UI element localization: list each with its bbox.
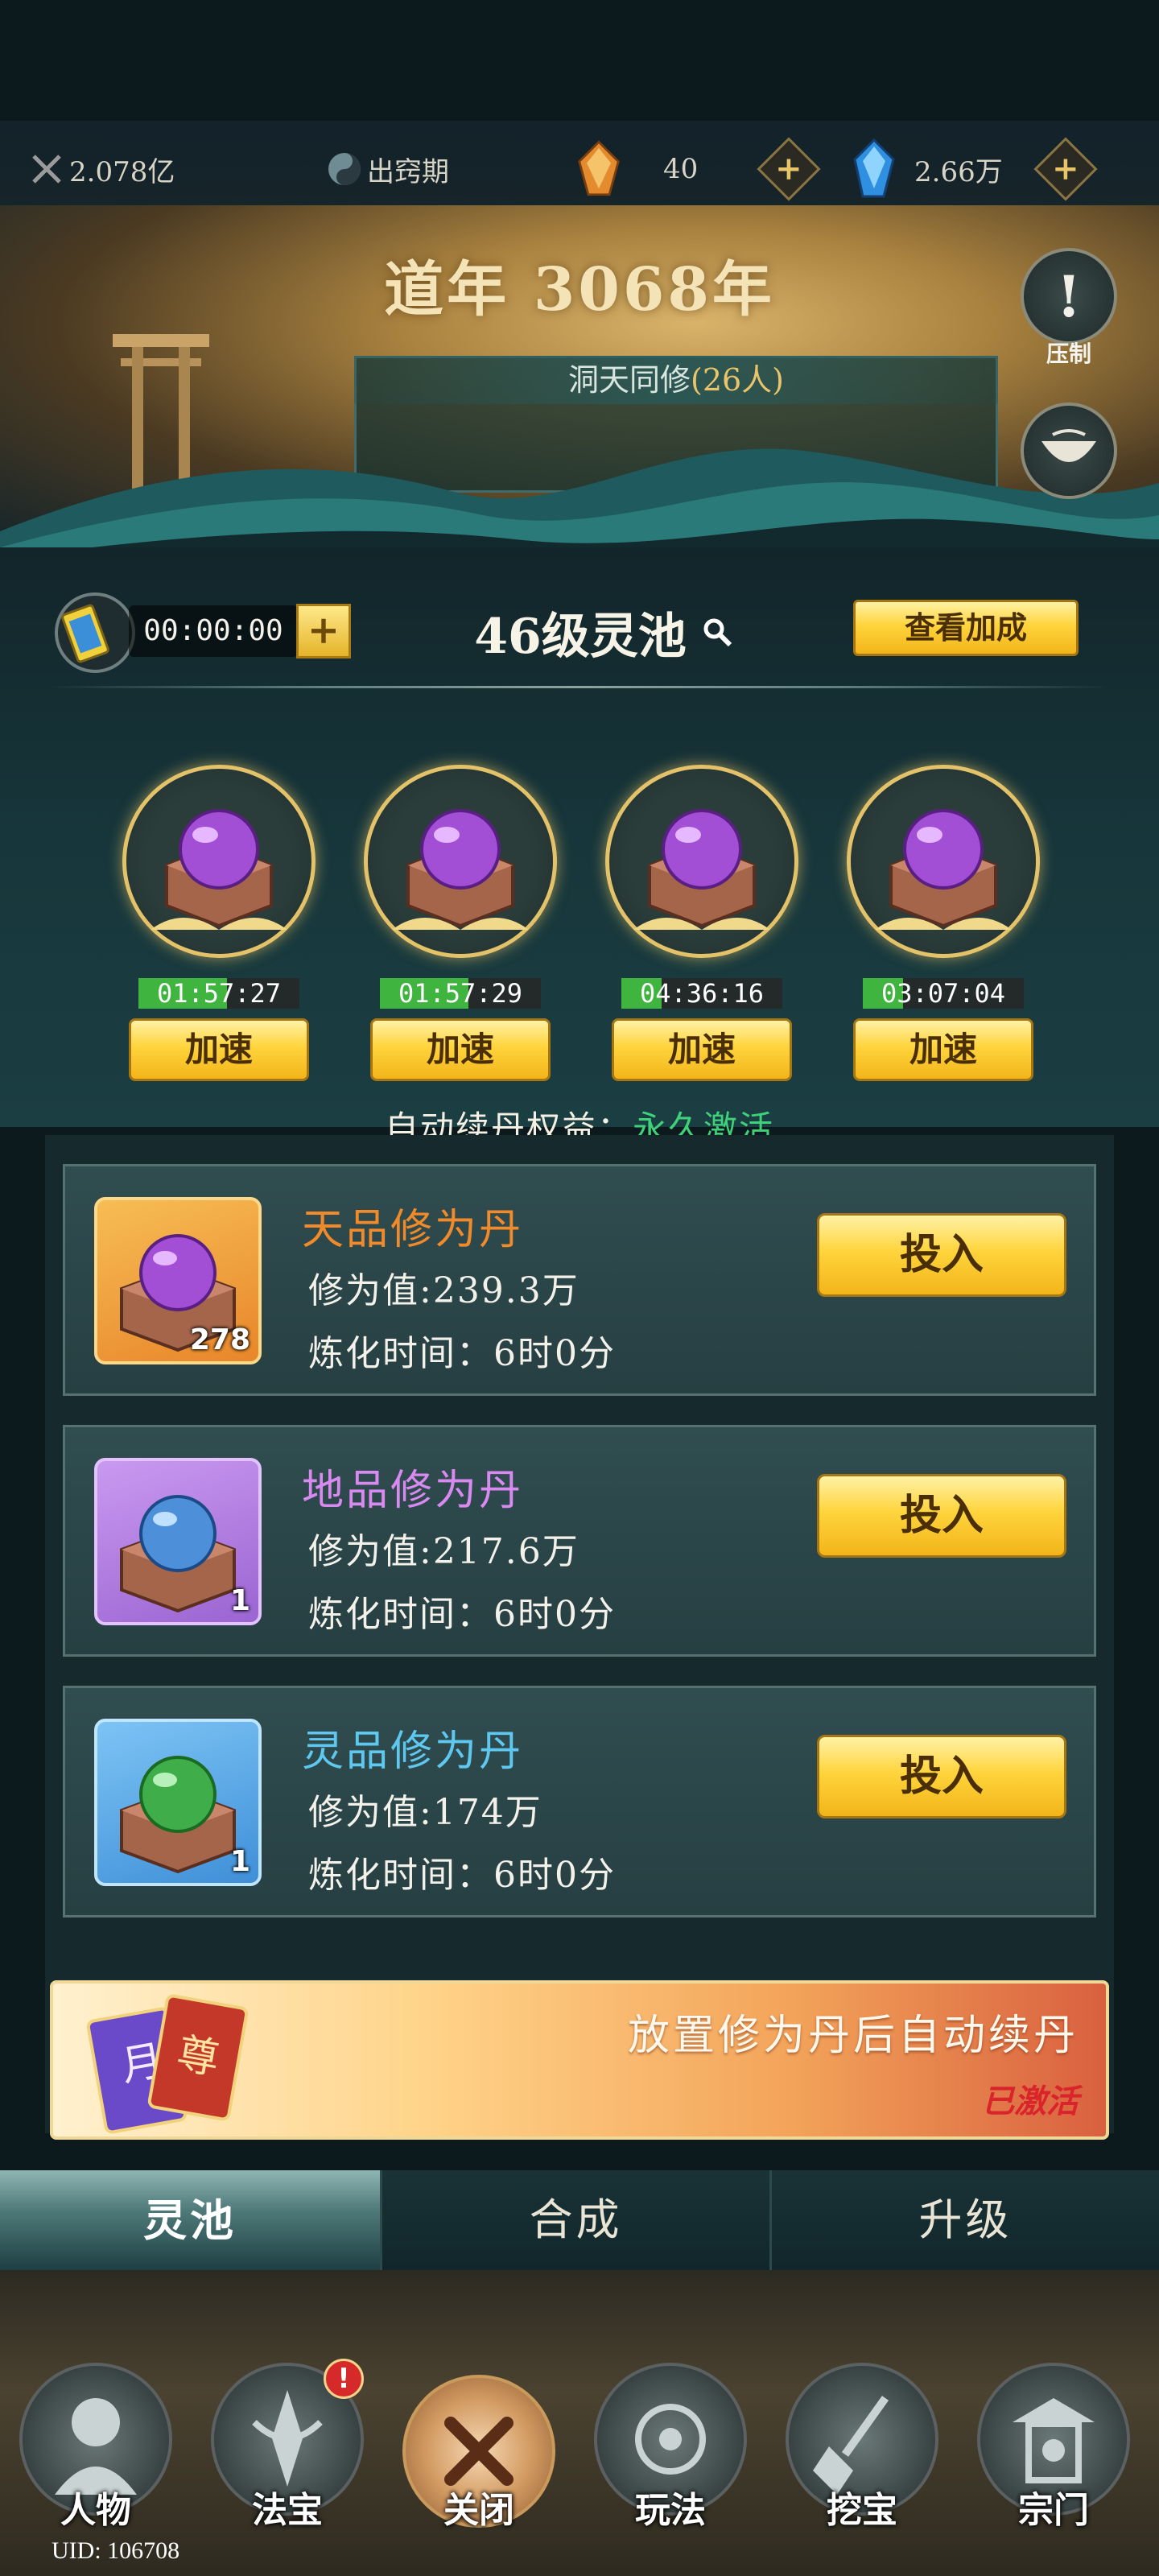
purple-pill-icon [875, 809, 1012, 930]
pill-card-spirit: 1 灵品修为丹 修为值:174万 炼化时间：6时0分 投入 [63, 1686, 1096, 1918]
speed-up-button[interactable]: 加速 [129, 1018, 309, 1081]
time-scroll-icon[interactable] [50, 588, 138, 676]
nav-dig-treasure-label: 挖宝 [827, 2490, 897, 2531]
amber-gem-stat: 40 [576, 140, 699, 196]
tab-spirit-pool[interactable]: 灵池 [0, 2170, 380, 2270]
search-icon[interactable] [701, 616, 733, 648]
purple-pill-icon [633, 809, 770, 930]
nav-treasure-label: 法宝 [252, 2490, 323, 2531]
blue-gem-icon [852, 138, 897, 198]
pill-cultivation-value: 修为值:174万 [308, 1792, 542, 1833]
pool-level-title[interactable]: 46级灵池 [451, 596, 757, 668]
pill-card-earth: 1 地品修为丹 修为值:217.6万 炼化时间：6时0分 投入 [63, 1425, 1096, 1657]
auto-renew-activated: 已激活 [982, 2083, 1079, 2120]
countdown-text: 01:57:29 [398, 978, 523, 1009]
speed-up-button[interactable]: 加速 [612, 1018, 792, 1081]
pill-quantity: 278 [189, 1323, 250, 1356]
pill-name: 灵品修为丹 [302, 1728, 524, 1776]
suppress-label: 压制 [1046, 341, 1091, 367]
pill-name: 天品修为丹 [302, 1206, 524, 1254]
pill-slot[interactable]: 04:36:16 加速 [605, 765, 798, 1087]
pill-slot[interactable]: 03:07:04 加速 [847, 765, 1040, 1087]
speed-up-button[interactable]: 加速 [853, 1018, 1033, 1081]
pool-level-text: 46级灵池 [474, 608, 687, 665]
power-stat: 2.078亿 [24, 143, 175, 195]
slot-countdown: 01:57:29 [380, 978, 541, 1009]
pill-thumbnail[interactable]: 1 [94, 1458, 262, 1625]
amber-gem-count: 40 [663, 153, 699, 185]
countdown-text: 01:57:27 [156, 978, 282, 1009]
slot-countdown: 01:57:27 [138, 978, 299, 1009]
co-cultivation-title: 洞天同修(26人) [354, 356, 998, 404]
realm-stat: 出窍期 [322, 143, 449, 195]
nav-gameplay-label: 玩法 [635, 2490, 706, 2531]
purple-pill-icon [392, 809, 529, 930]
notification-badge: ! [324, 2359, 364, 2399]
amber-gem-icon [576, 140, 621, 196]
plus-icon: + [1052, 149, 1079, 188]
slot-ring [122, 765, 316, 958]
pill-slot[interactable]: 01:57:27 加速 [122, 765, 316, 1087]
pill-quantity: 1 [229, 1584, 250, 1617]
co-cultivation-count: (26人) [691, 362, 785, 398]
pill-refine-time: 炼化时间：6时0分 [308, 1594, 616, 1635]
exclamation-icon: ! [1056, 262, 1082, 330]
speed-up-button[interactable]: 加速 [370, 1018, 551, 1081]
pill-refine-time: 炼化时间：6时0分 [308, 1333, 616, 1374]
add-time-button[interactable]: + [296, 604, 351, 658]
pill-cultivation-value: 修为值:239.3万 [308, 1270, 580, 1311]
pill-cultivation-value: 修为值:217.6万 [308, 1531, 580, 1572]
auto-renew-text: 放置修为丹后自动续丹 [627, 2012, 1079, 2060]
purple-pill-icon [151, 809, 287, 930]
user-id: UID: 106708 [52, 2537, 180, 2564]
pill-refine-time: 炼化时间：6时0分 [308, 1855, 616, 1896]
nav-close-label: 关闭 [443, 2490, 514, 2531]
slot-countdown: 04:36:16 [621, 978, 782, 1009]
dao-year: 道年 3068年 [384, 255, 775, 324]
privilege-cards-icon: 月 尊 [86, 1994, 249, 2134]
blue-gem-stat: 2.66万 [852, 138, 1003, 198]
co-cultivation-label: 洞天同修 [567, 362, 691, 398]
tab-upgrade[interactable]: 升级 [769, 2170, 1159, 2270]
yinyang-icon [322, 147, 367, 192]
blue-gem-count: 2.66万 [914, 155, 1003, 188]
pill-thumbnail[interactable]: 1 [94, 1719, 262, 1886]
plus-icon: + [775, 149, 802, 188]
invest-button[interactable]: 投入 [817, 1474, 1066, 1558]
realm-value: 出窍期 [367, 155, 449, 188]
slot-ring [605, 765, 798, 958]
slot-ring [847, 765, 1040, 958]
tea-bowl-button[interactable] [1021, 402, 1117, 499]
pool-timer: 00:00:00 [129, 605, 298, 657]
countdown-text: 03:07:04 [881, 978, 1006, 1009]
nav-character-label: 人物 [60, 2490, 131, 2531]
slot-ring [364, 765, 557, 958]
crossed-swords-icon [24, 147, 69, 192]
pill-quantity: 1 [229, 1845, 250, 1878]
slot-countdown: 03:07:04 [863, 978, 1024, 1009]
power-value: 2.078亿 [69, 155, 175, 188]
countdown-text: 04:36:16 [639, 978, 765, 1009]
tea-bowl-icon [1041, 429, 1096, 462]
pill-card-heaven: 278 天品修为丹 修为值:239.3万 炼化时间：6时0分 投入 [63, 1164, 1096, 1396]
invest-button[interactable]: 投入 [817, 1213, 1066, 1297]
tab-synthesis[interactable]: 合成 [380, 2170, 769, 2270]
pill-thumbnail[interactable]: 278 [94, 1197, 262, 1364]
invest-button[interactable]: 投入 [817, 1735, 1066, 1818]
nav-sect-label: 宗门 [1018, 2490, 1089, 2531]
card-b-text: 尊 [173, 2029, 223, 2084]
divider [48, 686, 1111, 688]
view-bonus-button[interactable]: 查看加成 [853, 600, 1079, 656]
pill-slot[interactable]: 01:57:29 加速 [364, 765, 557, 1087]
suppress-button[interactable]: ! [1021, 248, 1117, 345]
pill-name: 地品修为丹 [302, 1467, 524, 1515]
